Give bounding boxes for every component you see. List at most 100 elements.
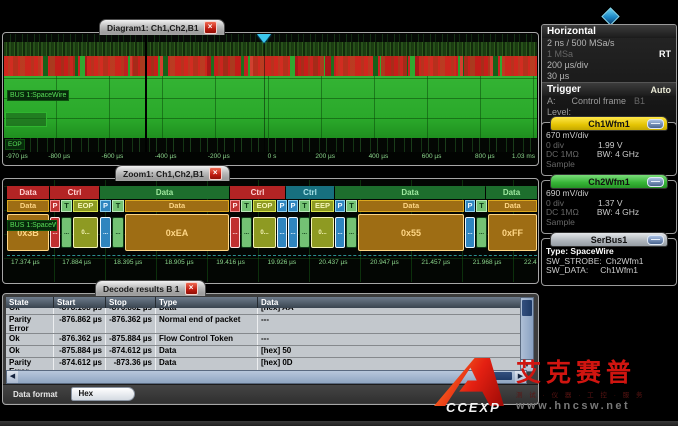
column-header-start: Start [54, 297, 106, 308]
ch2-acq-mode: Sample [546, 218, 575, 228]
accexp-logo-text: CCEXP [446, 400, 501, 415]
value-box: 0... [311, 217, 334, 248]
word-segment-eop: EOP [253, 200, 276, 212]
axis-tick-label: 17.374 µs [11, 259, 40, 266]
word-segment-data: Data [358, 200, 464, 212]
word-segment-t: T [476, 200, 487, 212]
word-segment-eep: EEP [311, 200, 334, 212]
tab-ch1wfm1[interactable]: Ch1Wfm1 [550, 116, 668, 131]
frame-segment-ctrl: Ctrl [286, 186, 334, 199]
bus-label: BUS 1:SpaceWire [7, 220, 57, 231]
oscilloscope-screen: Diagram1: Ch1,Ch2,B1 × -970 µs -800 µs -60… [0, 0, 678, 426]
ch2-waveform-band [4, 76, 537, 138]
decode-table-row[interactable]: Ok-878.108 µs-876.862 µsData[hex] AA [6, 308, 525, 315]
axis-tick-label: -800 µs [48, 153, 70, 160]
trigger-position-line [264, 34, 265, 152]
cell-state: Ok [6, 308, 54, 314]
timebase-scale: 200 µs/div [547, 60, 588, 71]
data-format-select[interactable]: Hex [71, 387, 135, 401]
axis-tick-label: 0 s [268, 153, 277, 160]
axis-tick-label: -970 µs [6, 153, 28, 160]
accexp-logo-icon: CCEXP [424, 356, 516, 418]
zoom1-plot-area[interactable]: DataCtrlDataCtrlCtrlDataData DataPTEOPPT… [4, 180, 537, 282]
cell-type: Flow Control Token [156, 334, 258, 345]
ch2-bandwidth: BW: 4 GHz [597, 208, 639, 218]
value-box: 0x55 [358, 214, 464, 251]
frame-segment-data: Data [335, 186, 485, 199]
close-icon[interactable]: × [185, 282, 198, 295]
value-box: ... [241, 217, 252, 248]
axis-tick-label: 22.478 µs [524, 259, 537, 266]
value-box: ... [335, 217, 345, 248]
watermark-brand: 艾克赛普 [516, 360, 678, 386]
tab-serbus1[interactable]: SerBus1 [550, 232, 668, 247]
resolution-value: 2 ns / 500 MSa/s [547, 38, 615, 49]
close-icon[interactable]: × [209, 167, 222, 180]
minimize-icon[interactable] [647, 119, 664, 129]
word-segment-p: P [335, 200, 345, 212]
trigger-position-marker-icon[interactable] [257, 34, 271, 43]
axis-tick-label: 800 µs [475, 153, 495, 160]
chevron-down-icon[interactable] [601, 7, 619, 25]
trigger-source-prefix: A: [547, 96, 556, 107]
ch1-signal-box[interactable]: Ch1Wfm1 670 mV/div 0 div1.99 V DC 1MΩBW:… [541, 122, 677, 176]
axis-tick-label: 20.437 µs [319, 259, 348, 266]
decode-table-row[interactable]: Parity Error-876.862 µs-876.362 µsNormal… [6, 315, 525, 334]
value-box: 0... [253, 217, 276, 248]
word-segment-p: P [100, 200, 111, 212]
serbus-title: SerBus1 [591, 235, 628, 245]
tab-zoom1[interactable]: Zoom1: Ch1,Ch2,B1 × [115, 165, 230, 181]
value-box: ... [465, 217, 475, 248]
horizontal-title: Horizontal [547, 26, 596, 37]
cell-stop: -875.884 µs [106, 334, 156, 345]
minimize-icon[interactable] [647, 235, 664, 245]
axis-tick-label: 20.947 µs [370, 259, 399, 266]
serbus-box[interactable]: SerBus1 Type: SpaceWire SW_STROBE:Ch2Wfm… [541, 238, 677, 286]
minimize-icon[interactable] [647, 177, 664, 187]
axis-tick-label: 200 µs [315, 153, 335, 160]
cell-data: [hex] AA [258, 308, 525, 314]
value-box: ... [230, 217, 240, 248]
axis-tick-label: 18.905 µs [165, 259, 194, 266]
axis-tick-label: 18.395 µs [114, 259, 143, 266]
value-box: 0... [73, 217, 98, 248]
tab-zoom1-label: Zoom1: Ch1,Ch2,B1 [123, 169, 204, 179]
axis-tick-label: -600 µs [101, 153, 123, 160]
value-box: ... [61, 217, 72, 248]
cell-state: Parity Error [6, 358, 54, 370]
close-icon[interactable]: × [204, 21, 217, 34]
cell-stop: -876.862 µs [106, 308, 156, 314]
acquisition-mode: RT [659, 49, 671, 60]
value-box: ... [288, 217, 298, 248]
ch2-signal-box[interactable]: Ch2Wfm1 690 mV/div 0 div1.37 V DC 1MΩBW:… [541, 180, 677, 234]
cursor-line[interactable] [145, 34, 147, 152]
tab-ch2wfm1[interactable]: Ch2Wfm1 [550, 174, 668, 189]
axis-tick-label: 21.968 µs [473, 259, 502, 266]
value-row: 0x3B......0.........0xEA......0.........… [7, 214, 537, 251]
cell-start: -876.862 µs [54, 315, 106, 333]
data-format-label: Data format [13, 390, 57, 399]
cell-state: Ok [6, 334, 54, 345]
cell-stop: -876.362 µs [106, 315, 156, 333]
value-box: ... [277, 217, 287, 248]
cell-stop: -873.36 µs [106, 358, 156, 370]
diagram1-plot-area[interactable]: -970 µs-800 µs-600 µs-400 µs-200 µs0 s20… [4, 34, 537, 164]
axis-tick-label: -400 µs [155, 153, 177, 160]
vertical-scroll-thumb[interactable] [522, 300, 532, 316]
strobe-noise-band [4, 138, 537, 152]
diagram1-time-axis: -970 µs-800 µs-600 µs-400 µs-200 µs0 s20… [4, 152, 537, 164]
watermark-tagline: 测 试 · 仪 器 · 工 控 · 服 务 [516, 389, 678, 399]
watermark-url: www.hncsw.net [516, 400, 678, 412]
scroll-left-icon[interactable]: ◀ [7, 371, 18, 383]
zoom1-window: Zoom1: Ch1,Ch2,B1 × DataCtrlDataCtrlCtrl… [2, 178, 539, 284]
cell-data: --- [258, 334, 525, 345]
accexp-a-swoosh-icon [434, 358, 504, 406]
axis-tick-label: 400 µs [369, 153, 389, 160]
column-header-data: Data [258, 297, 525, 308]
record-length-value: 1 MSa [547, 49, 573, 60]
decode-table-row[interactable]: Ok-876.362 µs-875.884 µsFlow Control Tok… [6, 334, 525, 346]
cell-start: -876.362 µs [54, 334, 106, 345]
column-header-type: Type [156, 297, 258, 308]
tab-diagram1[interactable]: Diagram1: Ch1,Ch2,B1 × [99, 19, 225, 35]
tab-decode-results[interactable]: Decode results B 1 × [95, 280, 206, 296]
